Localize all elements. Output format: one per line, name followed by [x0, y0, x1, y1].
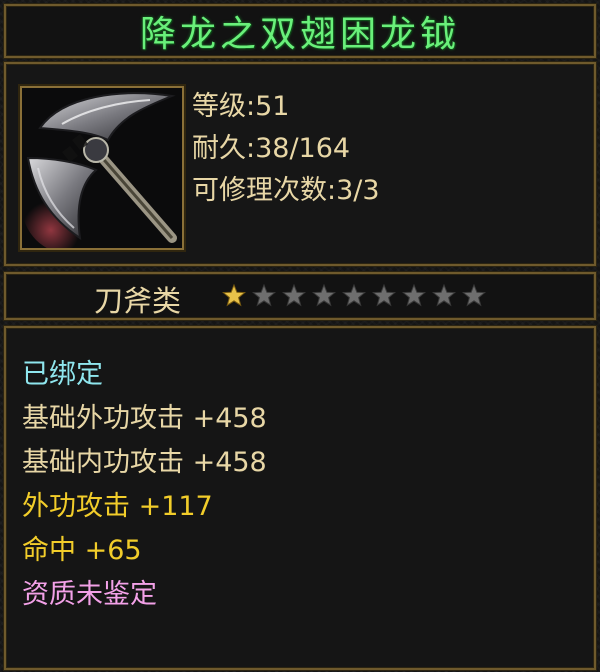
- aptitude-status: 资质未鉴定: [22, 579, 157, 610]
- item-stats: 等级:51 耐久:38/164 可修理次数:3/3: [192, 86, 380, 212]
- star-empty-icon: [372, 284, 396, 307]
- item-category: 刀斧类: [94, 284, 182, 318]
- hit-rate: 命中 +65: [22, 535, 142, 566]
- attributes-panel: 已绑定 基础外功攻击 +458 基础内功攻击 +458 外功攻击 +117 命中…: [4, 326, 596, 670]
- star-empty-icon: [462, 284, 486, 307]
- star-empty-icon: [252, 284, 276, 307]
- star-empty-icon: [282, 284, 306, 307]
- category-bar: 刀斧类: [4, 272, 596, 320]
- star-empty-icon: [312, 284, 336, 307]
- star-empty-icon: [342, 284, 366, 307]
- star-empty-icon: [402, 284, 426, 307]
- title-bar: 降龙之双翅困龙钺: [4, 4, 596, 58]
- base-inner-attack: 基础内功攻击 +458: [22, 447, 267, 478]
- star-rating: [222, 284, 486, 308]
- item-info-panel: 等级:51 耐久:38/164 可修理次数:3/3: [4, 62, 596, 266]
- item-name: 降龙之双翅困龙钺: [139, 14, 460, 55]
- outer-attack: 外功攻击 +117: [22, 491, 213, 522]
- durability-stat: 耐久:38/164: [192, 133, 351, 164]
- level-stat: 等级:51: [192, 91, 290, 122]
- bound-status: 已绑定: [22, 359, 103, 390]
- item-tooltip: 降龙之双翅困龙钺 等级:51 耐久:38/164 可修理次数:3/3 刀斧类 已…: [0, 0, 600, 672]
- base-outer-attack: 基础外功攻击 +458: [22, 403, 267, 434]
- repair-count-stat: 可修理次数:3/3: [192, 175, 380, 206]
- star-empty-icon: [432, 284, 456, 307]
- star-filled-icon: [222, 284, 246, 307]
- battle-axe-icon: [20, 86, 184, 250]
